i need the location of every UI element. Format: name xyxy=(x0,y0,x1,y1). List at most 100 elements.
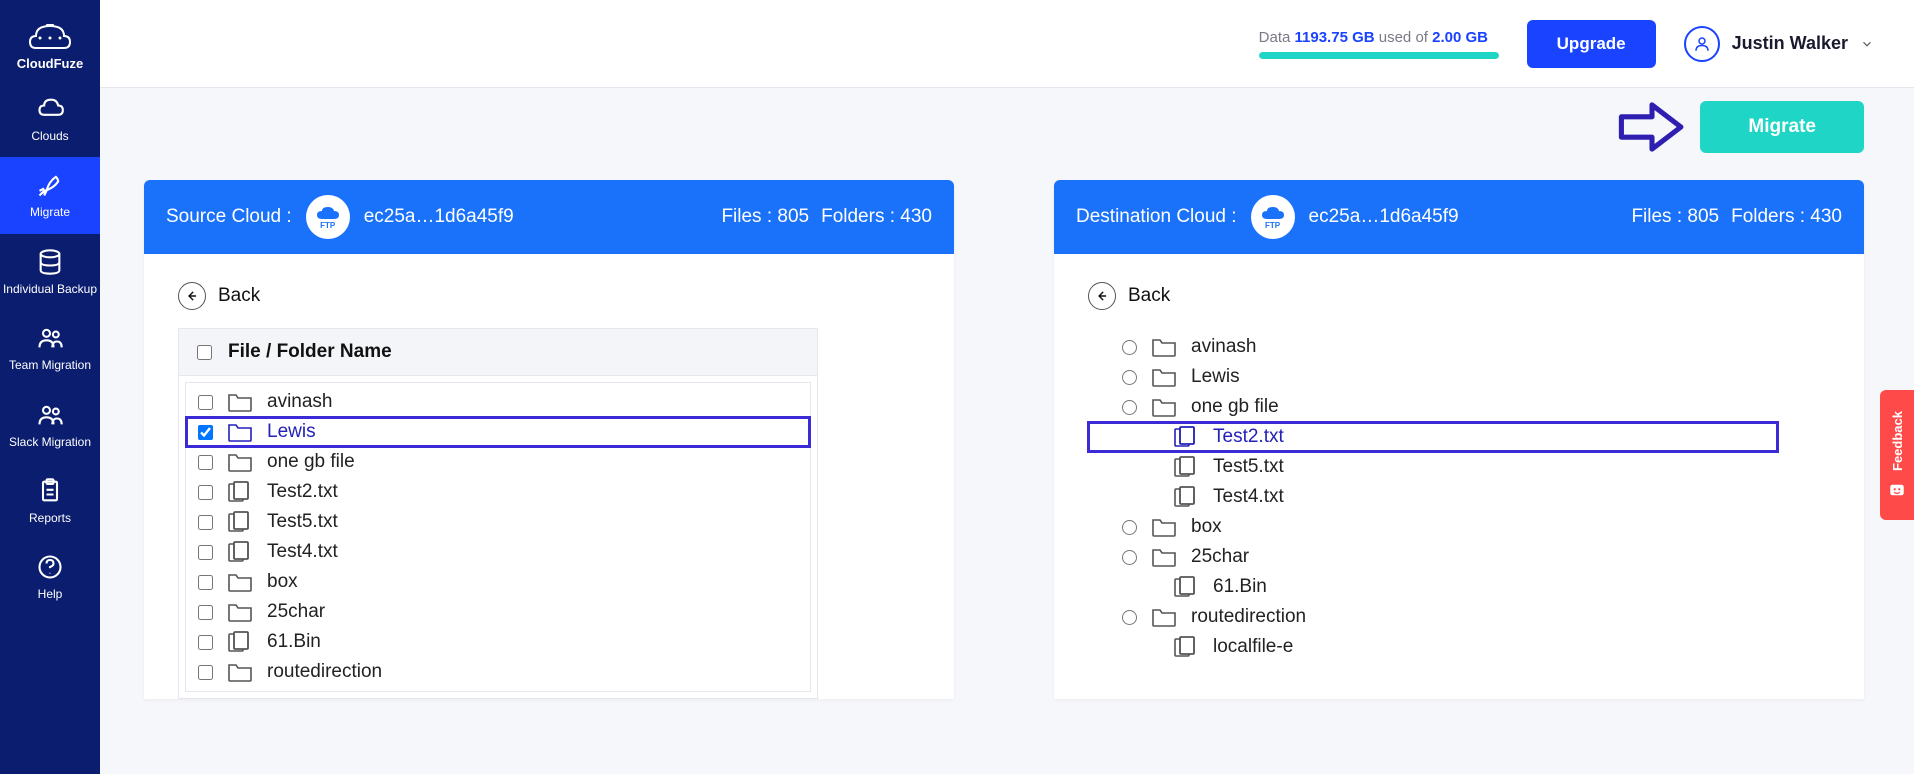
list-item[interactable]: Test2.txt xyxy=(1088,422,1778,452)
list-item[interactable]: Lewis xyxy=(186,417,810,447)
folder-icon xyxy=(227,661,253,683)
folder-icon xyxy=(227,391,253,413)
source-list-header: File / Folder Name xyxy=(179,329,817,376)
item-name: localfile-e xyxy=(1213,636,1293,658)
actions-row: Migrate xyxy=(144,96,1864,162)
item-radio[interactable] xyxy=(1122,520,1137,535)
destination-folders-count: Folders : 430 xyxy=(1731,206,1842,228)
team-slack-icon xyxy=(36,401,64,429)
sidebar-item-migrate[interactable]: Migrate xyxy=(0,157,100,233)
item-checkbox[interactable] xyxy=(198,515,213,530)
data-usage: Data 1193.75 GB used of 2.00 GB xyxy=(1259,29,1499,59)
file-icon xyxy=(227,511,253,533)
folder-icon xyxy=(227,451,253,473)
file-icon xyxy=(1173,576,1199,598)
file-icon xyxy=(1173,426,1199,448)
item-name: routedirection xyxy=(1191,606,1306,628)
avatar xyxy=(1684,26,1720,62)
list-item[interactable]: avinash xyxy=(1088,332,1778,362)
folder-icon xyxy=(1151,546,1177,568)
list-item[interactable]: routedirection xyxy=(1088,602,1778,632)
list-item[interactable]: Lewis xyxy=(1088,362,1778,392)
migrate-button[interactable]: Migrate xyxy=(1700,101,1864,153)
destination-panel: Destination Cloud : FTP ec25a…1d6a45f9 F… xyxy=(1054,180,1864,699)
list-item[interactable]: box xyxy=(1088,512,1778,542)
item-checkbox[interactable] xyxy=(198,665,213,680)
item-name: 61.Bin xyxy=(267,631,321,653)
user-icon xyxy=(1693,35,1711,53)
list-item[interactable]: 61.Bin xyxy=(1088,572,1778,602)
list-item[interactable]: box xyxy=(186,567,810,597)
sidebar-item-team-migration[interactable]: Team Migration xyxy=(0,310,100,386)
list-item[interactable]: routedirection xyxy=(186,657,810,687)
destination-body: Back avinash Lewis one gb file Test2.txt Tes… xyxy=(1054,254,1864,672)
item-checkbox[interactable] xyxy=(198,455,213,470)
sidebar-item-reports[interactable]: Reports xyxy=(0,463,100,539)
user-name: Justin Walker xyxy=(1732,33,1848,54)
ftp-cloud-icon: FTP xyxy=(306,195,350,239)
item-checkbox[interactable] xyxy=(198,425,213,440)
list-item[interactable]: Test5.txt xyxy=(1088,452,1778,482)
sidebar-item-individual-backup[interactable]: Individual Backup xyxy=(0,234,100,310)
destination-back-button[interactable]: Back xyxy=(1088,282,1838,310)
item-checkbox[interactable] xyxy=(198,575,213,590)
sidebar-item-clouds[interactable]: Clouds xyxy=(0,81,100,157)
upgrade-button[interactable]: Upgrade xyxy=(1527,20,1656,68)
sidebar-item-slack-migration[interactable]: Slack Migration xyxy=(0,387,100,463)
list-item[interactable]: Test4.txt xyxy=(1088,482,1778,512)
data-usage-text: Data 1193.75 GB used of 2.00 GB xyxy=(1259,29,1488,46)
item-name: avinash xyxy=(267,391,333,413)
file-icon xyxy=(1173,486,1199,508)
list-item[interactable]: 25char xyxy=(1088,542,1778,572)
sidebar-item-help[interactable]: Help xyxy=(0,539,100,615)
item-checkbox[interactable] xyxy=(198,395,213,410)
item-name: box xyxy=(1191,516,1222,538)
app-logo[interactable]: CloudFuze xyxy=(17,10,83,81)
feedback-tab[interactable]: Feedback xyxy=(1880,390,1914,520)
list-item[interactable]: avinash xyxy=(186,387,810,417)
file-icon xyxy=(227,481,253,503)
destination-title: Destination Cloud : xyxy=(1076,206,1237,228)
list-item[interactable]: Test4.txt xyxy=(186,537,810,567)
item-name: routedirection xyxy=(267,661,382,683)
folder-icon xyxy=(227,571,253,593)
folder-icon xyxy=(1151,396,1177,418)
feedback-label: Feedback xyxy=(1890,411,1905,471)
list-item[interactable]: Test5.txt xyxy=(186,507,810,537)
list-item[interactable]: 61.Bin xyxy=(186,627,810,657)
clipboard-icon xyxy=(36,477,64,505)
item-name: Test5.txt xyxy=(1213,456,1284,478)
list-item[interactable]: 25char xyxy=(186,597,810,627)
source-back-button[interactable]: Back xyxy=(178,282,928,310)
list-item[interactable]: localfile-e xyxy=(1088,632,1778,662)
item-radio[interactable] xyxy=(1122,550,1137,565)
item-radio[interactable] xyxy=(1122,610,1137,625)
list-item[interactable]: Test2.txt xyxy=(186,477,810,507)
item-radio[interactable] xyxy=(1122,340,1137,355)
user-menu[interactable]: Justin Walker xyxy=(1684,26,1874,62)
back-arrow-icon xyxy=(178,282,206,310)
item-checkbox[interactable] xyxy=(198,635,213,650)
item-radio[interactable] xyxy=(1122,370,1137,385)
destination-cloud-id: ec25a…1d6a45f9 xyxy=(1309,206,1620,228)
list-item[interactable]: one gb file xyxy=(1088,392,1778,422)
chevron-down-icon xyxy=(1860,37,1874,51)
source-list-body: avinash Lewisone gb fileTest2.txtTest5.tx… xyxy=(185,382,811,692)
item-name: 25char xyxy=(267,601,325,623)
file-icon xyxy=(1173,456,1199,478)
ftp-cloud-icon: FTP xyxy=(1251,195,1295,239)
item-name: Test2.txt xyxy=(1213,426,1284,448)
destination-list-body: avinash Lewis one gb file Test2.txt Test5.tx… xyxy=(1088,328,1778,666)
item-name: Lewis xyxy=(1191,366,1240,388)
item-checkbox[interactable] xyxy=(198,545,213,560)
content: Migrate Source Cloud : FTP ec25a…1d6a45f… xyxy=(100,88,1914,774)
item-radio[interactable] xyxy=(1122,400,1137,415)
folder-icon xyxy=(1151,516,1177,538)
list-item[interactable]: one gb file xyxy=(186,447,810,477)
item-name: box xyxy=(267,571,298,593)
folder-icon xyxy=(1151,606,1177,628)
item-checkbox[interactable] xyxy=(198,605,213,620)
file-icon xyxy=(227,541,253,563)
select-all-checkbox[interactable] xyxy=(197,345,212,360)
item-checkbox[interactable] xyxy=(198,485,213,500)
